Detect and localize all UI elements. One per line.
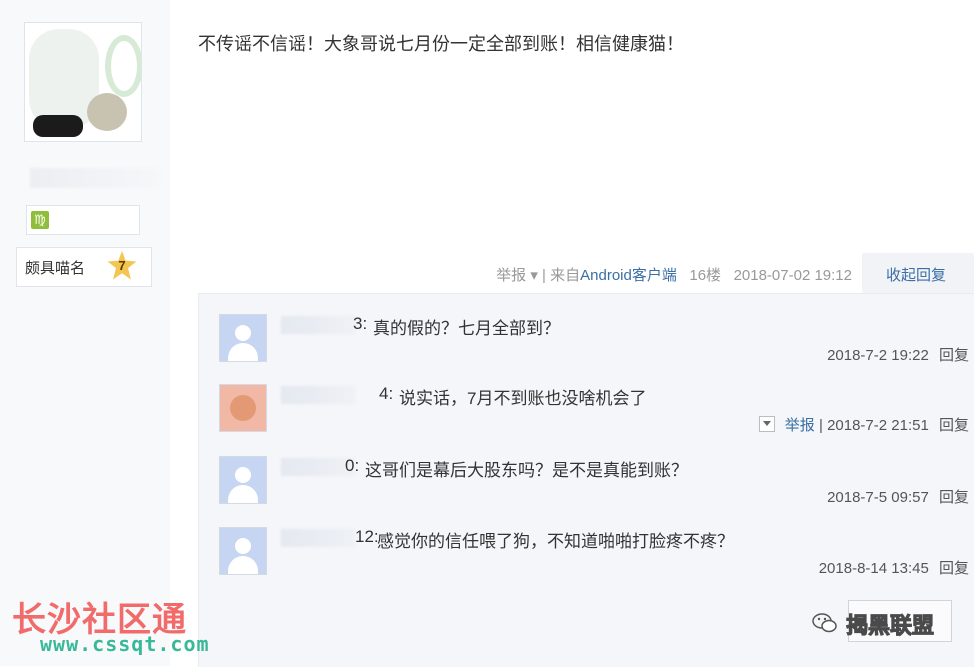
rank-label: 颇具喵名 — [25, 260, 86, 277]
reply-username-blurred[interactable] — [281, 458, 355, 476]
reply-footer: 2018-7-2 19:22 回复 — [827, 344, 969, 365]
reply-button[interactable]: 回复 — [939, 347, 969, 364]
report-link[interactable]: 举报 — [785, 417, 815, 434]
reply-footer: 举报 | 2018-7-2 21:51 回复 — [758, 414, 969, 435]
report-dropdown-icon[interactable]: ▾ — [530, 267, 538, 284]
reply-text: 感觉你的信任喂了狗，不知道啪啪打脸疼不疼？ — [377, 532, 734, 551]
zodiac-badge: ♍ — [26, 205, 140, 235]
reply-username-blurred[interactable] — [281, 316, 355, 334]
reply-text: 说实话，7月不到账也没啥机会了 — [399, 389, 647, 408]
reply-footer: 2018-7-5 09:57 回复 — [827, 486, 969, 507]
reply-footer: 2018-8-14 13:45 回复 — [819, 557, 969, 578]
reply-datetime: 2018-7-5 09:57 — [827, 489, 929, 506]
reply-button[interactable]: 回复 — [939, 489, 969, 506]
reply-username-blurred[interactable] — [281, 386, 355, 404]
reply-button[interactable]: 回复 — [939, 560, 969, 577]
reply-avatar[interactable] — [219, 456, 267, 504]
post-datetime: 2018-07-02 19:12 — [733, 267, 852, 284]
wechat-icon — [812, 613, 837, 633]
reply-datetime: 2018-8-14 13:45 — [818, 560, 929, 577]
reply-button[interactable]: 回复 — [939, 417, 969, 434]
reply-username-blurred[interactable] — [281, 529, 355, 547]
report-link[interactable]: 举报 — [496, 267, 526, 284]
virgo-icon: ♍ — [31, 211, 49, 229]
list-item: 12: 感觉你的信任喂了狗，不知道啪啪打脸疼不疼？ 2018-8-14 13:4… — [219, 527, 969, 591]
reply-name-suffix: 12: — [355, 527, 379, 546]
post-content: 不传谣不信谣！大象哥说七月份一定全部到账！相信健康猫！ — [198, 34, 684, 54]
rank-star-icon: 7 — [107, 251, 137, 280]
list-item: 0: 这哥们是幕后大股东吗？是不是真能到账？ 2018-7-5 09:57 回复 — [219, 456, 969, 520]
list-item: 4: 说实话，7月不到账也没啥机会了 举报 | 2018-7-2 21:51 回… — [219, 384, 969, 448]
author-sidebar: ♍ 颇具喵名 7 — [0, 0, 170, 666]
from-label: 来自 — [550, 267, 581, 284]
reply-datetime: 2018-7-2 21:51 — [827, 417, 929, 434]
post-meta: 举报 ▾ | 来自Android客户端 16楼 2018-07-02 19:12 — [496, 267, 852, 284]
reply-datetime: 2018-7-2 19:22 — [827, 347, 929, 364]
collapse-replies-button[interactable]: 收起回复 — [862, 253, 974, 293]
rank-badge[interactable]: 颇具喵名 7 — [16, 247, 152, 287]
reply-avatar[interactable] — [219, 527, 267, 575]
reply-name-suffix: 4: — [379, 384, 394, 403]
reply-name-suffix: 3: — [353, 314, 368, 333]
watermark-site-url: www.cssqt.com — [40, 632, 210, 656]
floor-number: 16楼 — [689, 267, 722, 284]
list-item: 3: 真的假的？七月全部到？ 2018-7-2 19:22 回复 — [219, 314, 969, 378]
watermark-account: 揭黑联盟 — [845, 614, 935, 640]
collapse-replies-label: 收起回复 — [886, 267, 947, 284]
reply-avatar[interactable] — [219, 384, 267, 432]
reply-text: 这哥们是幕后大股东吗？是不是真能到账？ — [365, 461, 688, 480]
reply-avatar[interactable] — [219, 314, 267, 362]
client-link[interactable]: Android客户端 — [580, 267, 677, 284]
dropdown-icon[interactable] — [758, 416, 775, 432]
author-avatar[interactable] — [24, 22, 142, 142]
reply-text: 真的假的？七月全部到？ — [373, 319, 560, 338]
reply-name-suffix: 0: — [345, 456, 360, 475]
author-name-blurred[interactable] — [30, 168, 160, 188]
